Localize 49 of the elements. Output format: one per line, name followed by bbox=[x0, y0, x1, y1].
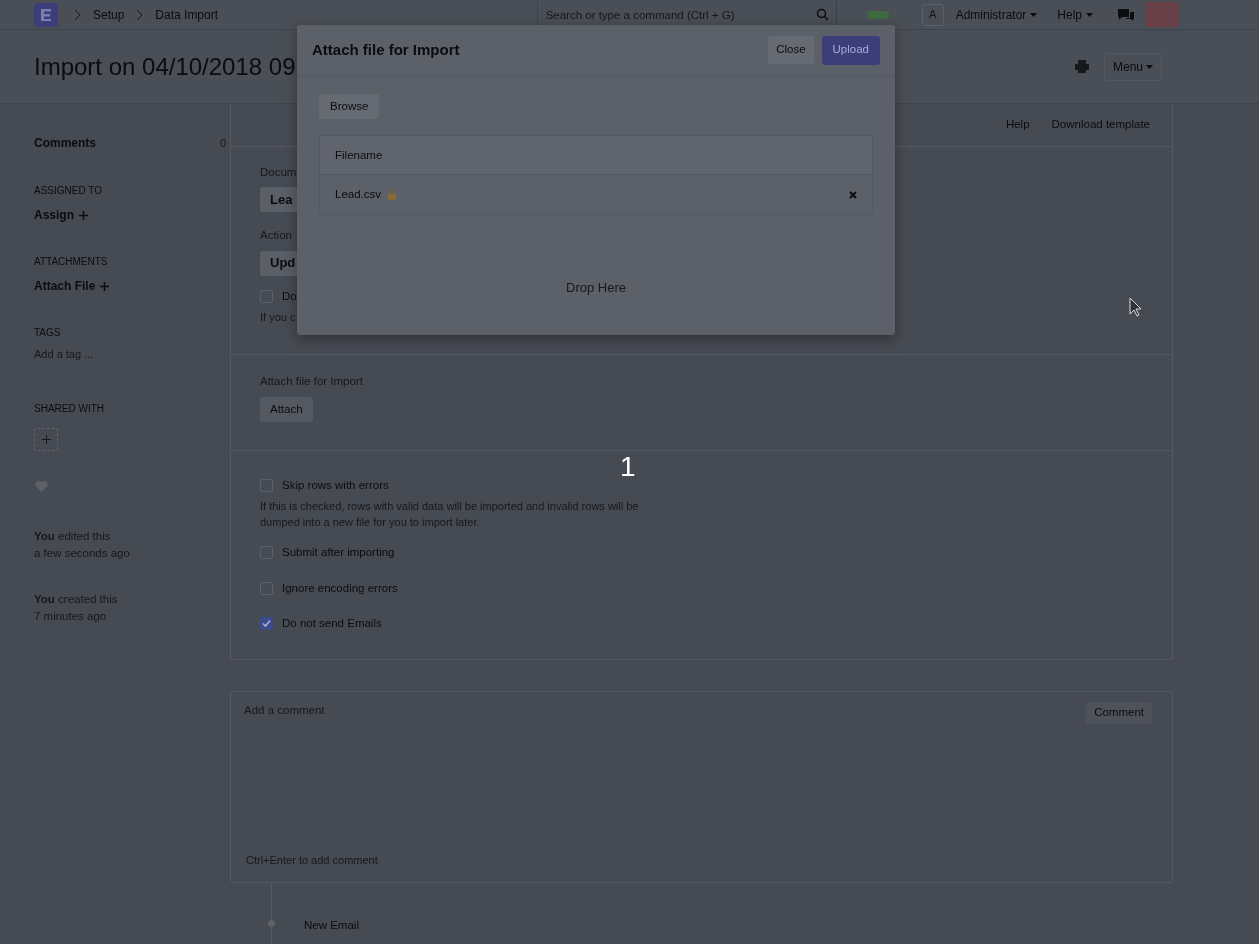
app-logo[interactable] bbox=[34, 2, 58, 27]
checkbox-label[interactable]: Ignore encoding errors bbox=[282, 579, 398, 597]
search-icon bbox=[815, 8, 829, 21]
page-title: Import on 04/10/2018 09 bbox=[34, 51, 296, 82]
plus-icon bbox=[79, 210, 88, 220]
drop-zone-hint: Drop Here bbox=[566, 279, 626, 298]
caret-icon bbox=[1030, 12, 1038, 17]
plus-icon bbox=[100, 281, 110, 291]
step-marker: 1 bbox=[620, 453, 636, 481]
select-field[interactable]: Upd bbox=[260, 250, 300, 276]
add-share-button[interactable] bbox=[34, 427, 58, 451]
file-name: Lead.csv bbox=[335, 187, 382, 202]
comments-label[interactable]: Comments bbox=[34, 134, 96, 152]
checkbox-label[interactable]: Do not send Emails bbox=[282, 614, 382, 632]
breadcrumb-link[interactable]: Setup bbox=[93, 5, 125, 24]
select-field[interactable]: Lea bbox=[260, 187, 300, 213]
close-button[interactable]: Close bbox=[768, 36, 814, 64]
help-menu[interactable]: Help bbox=[1057, 5, 1093, 24]
toolbar-link[interactable]: Download template bbox=[1051, 116, 1150, 134]
menu-button[interactable]: Menu bbox=[1103, 52, 1162, 81]
user-menu[interactable]: Administrator bbox=[955, 5, 1038, 24]
caret-icon bbox=[1146, 64, 1153, 69]
checkbox-label[interactable]: Do bbox=[282, 287, 297, 305]
comment-button[interactable]: Comment bbox=[1086, 702, 1152, 724]
status-indicator-icon bbox=[866, 9, 889, 20]
breadcrumb-link[interactable]: Data Import bbox=[155, 5, 219, 24]
plus-icon bbox=[41, 434, 51, 444]
browse-button[interactable]: Browse bbox=[319, 94, 380, 120]
checkbox-label[interactable]: Skip rows with errors bbox=[282, 477, 389, 495]
cursor-icon bbox=[1129, 297, 1142, 317]
section-heading: SHARED WITH bbox=[34, 401, 104, 416]
section-heading: TAGS bbox=[34, 326, 61, 340]
upload-button[interactable]: Upload bbox=[821, 35, 880, 65]
column-header: Filename bbox=[335, 147, 383, 163]
dialog-title: Attach file for Import bbox=[312, 39, 460, 60]
checkbox-label[interactable]: Submit after importing bbox=[282, 544, 395, 562]
chat-icon[interactable] bbox=[1118, 8, 1134, 21]
section-heading: ASSIGNED TO bbox=[34, 184, 102, 198]
chevron-icon bbox=[136, 8, 144, 21]
attach-file-link[interactable]: Attach File bbox=[34, 277, 110, 295]
assign-link[interactable]: Assign bbox=[34, 206, 88, 224]
toolbar-link[interactable]: Help bbox=[1005, 116, 1030, 134]
timeline-entry[interactable]: New Email bbox=[304, 917, 359, 935]
chevron-icon bbox=[74, 8, 81, 21]
caret-icon bbox=[1086, 12, 1093, 17]
attach-button[interactable]: Attach bbox=[260, 397, 313, 423]
user-avatar[interactable]: A bbox=[921, 3, 944, 26]
checkbox[interactable] bbox=[260, 616, 273, 630]
section-heading: ATTACHMENTS bbox=[34, 255, 108, 269]
